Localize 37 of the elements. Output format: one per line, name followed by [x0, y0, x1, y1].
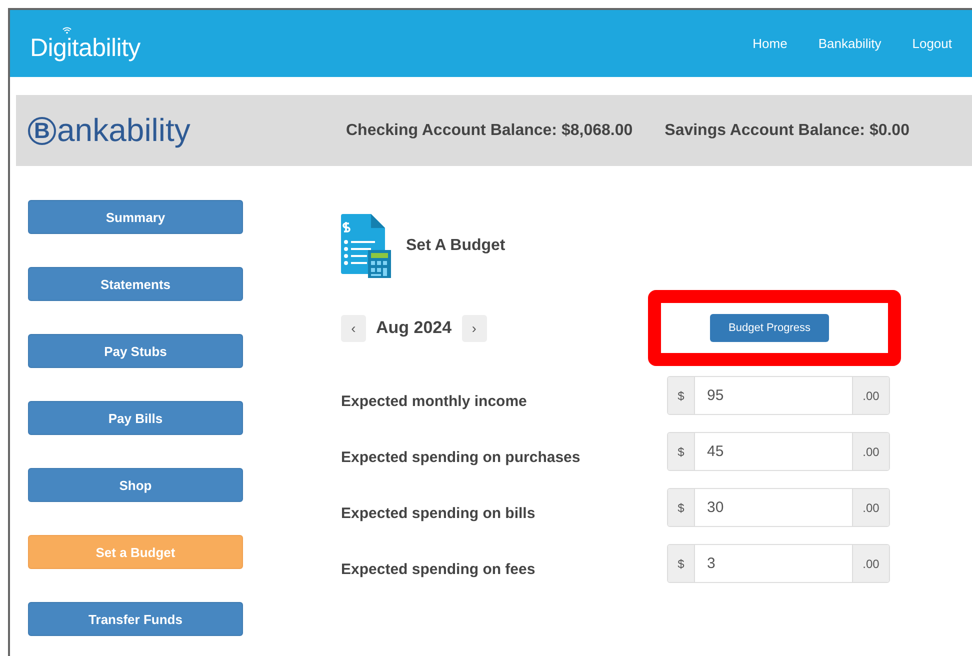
- currency-addon: $: [668, 433, 694, 470]
- currency-addon: $: [668, 489, 694, 526]
- nav-link[interactable]: Bankability: [818, 36, 882, 51]
- field-label: Expected spending on fees: [341, 561, 536, 578]
- field-label: Expected spending on bills: [341, 505, 536, 522]
- wifi-icon: [62, 26, 72, 34]
- sidebar-button[interactable]: Pay Stubs: [28, 334, 243, 368]
- nav-link[interactable]: Home: [752, 36, 788, 51]
- sidebar-button[interactable]: Transfer Funds: [28, 602, 243, 636]
- amount-field[interactable]: $ 45 .00: [667, 432, 890, 471]
- cents-addon: .00: [852, 377, 889, 414]
- amount-field[interactable]: $ 95 .00: [667, 376, 890, 415]
- balance-text: Savings Account Balance: $0.00: [664, 122, 910, 140]
- sidebar-button[interactable]: Summary: [28, 200, 243, 234]
- cents-addon: .00: [852, 489, 889, 526]
- page-title: Set A Budget: [406, 237, 506, 255]
- logo-text: ankability: [57, 112, 190, 149]
- brand-logo[interactable]: Digitability: [30, 24, 140, 62]
- logo-badge: B: [28, 116, 56, 144]
- currency-addon: $: [668, 377, 694, 414]
- budget-progress-button[interactable]: Budget Progress: [710, 314, 829, 342]
- previous-month-button[interactable]: ‹: [341, 314, 366, 342]
- next-month-button[interactable]: ›: [462, 314, 487, 342]
- cents-addon: .00: [852, 433, 889, 470]
- currency-addon: $: [668, 545, 694, 582]
- amount-field[interactable]: $ 3 .00: [667, 544, 890, 583]
- budget-document-icon: [341, 214, 391, 278]
- sidebar-button[interactable]: Shop: [28, 468, 243, 502]
- field-label: Expected spending on purchases: [341, 449, 580, 466]
- field-label: Expected monthly income: [341, 393, 527, 410]
- nav-link[interactable]: Logout: [912, 36, 952, 51]
- sidebar-button[interactable]: Statements: [28, 267, 243, 301]
- cents-addon: .00: [852, 545, 889, 582]
- month-label: Aug 2024: [376, 318, 452, 338]
- amount-field[interactable]: $ 30 .00: [667, 488, 890, 527]
- balance-text: Checking Account Balance: $8,068.00: [346, 122, 633, 140]
- sidebar-button[interactable]: Pay Bills: [28, 401, 243, 435]
